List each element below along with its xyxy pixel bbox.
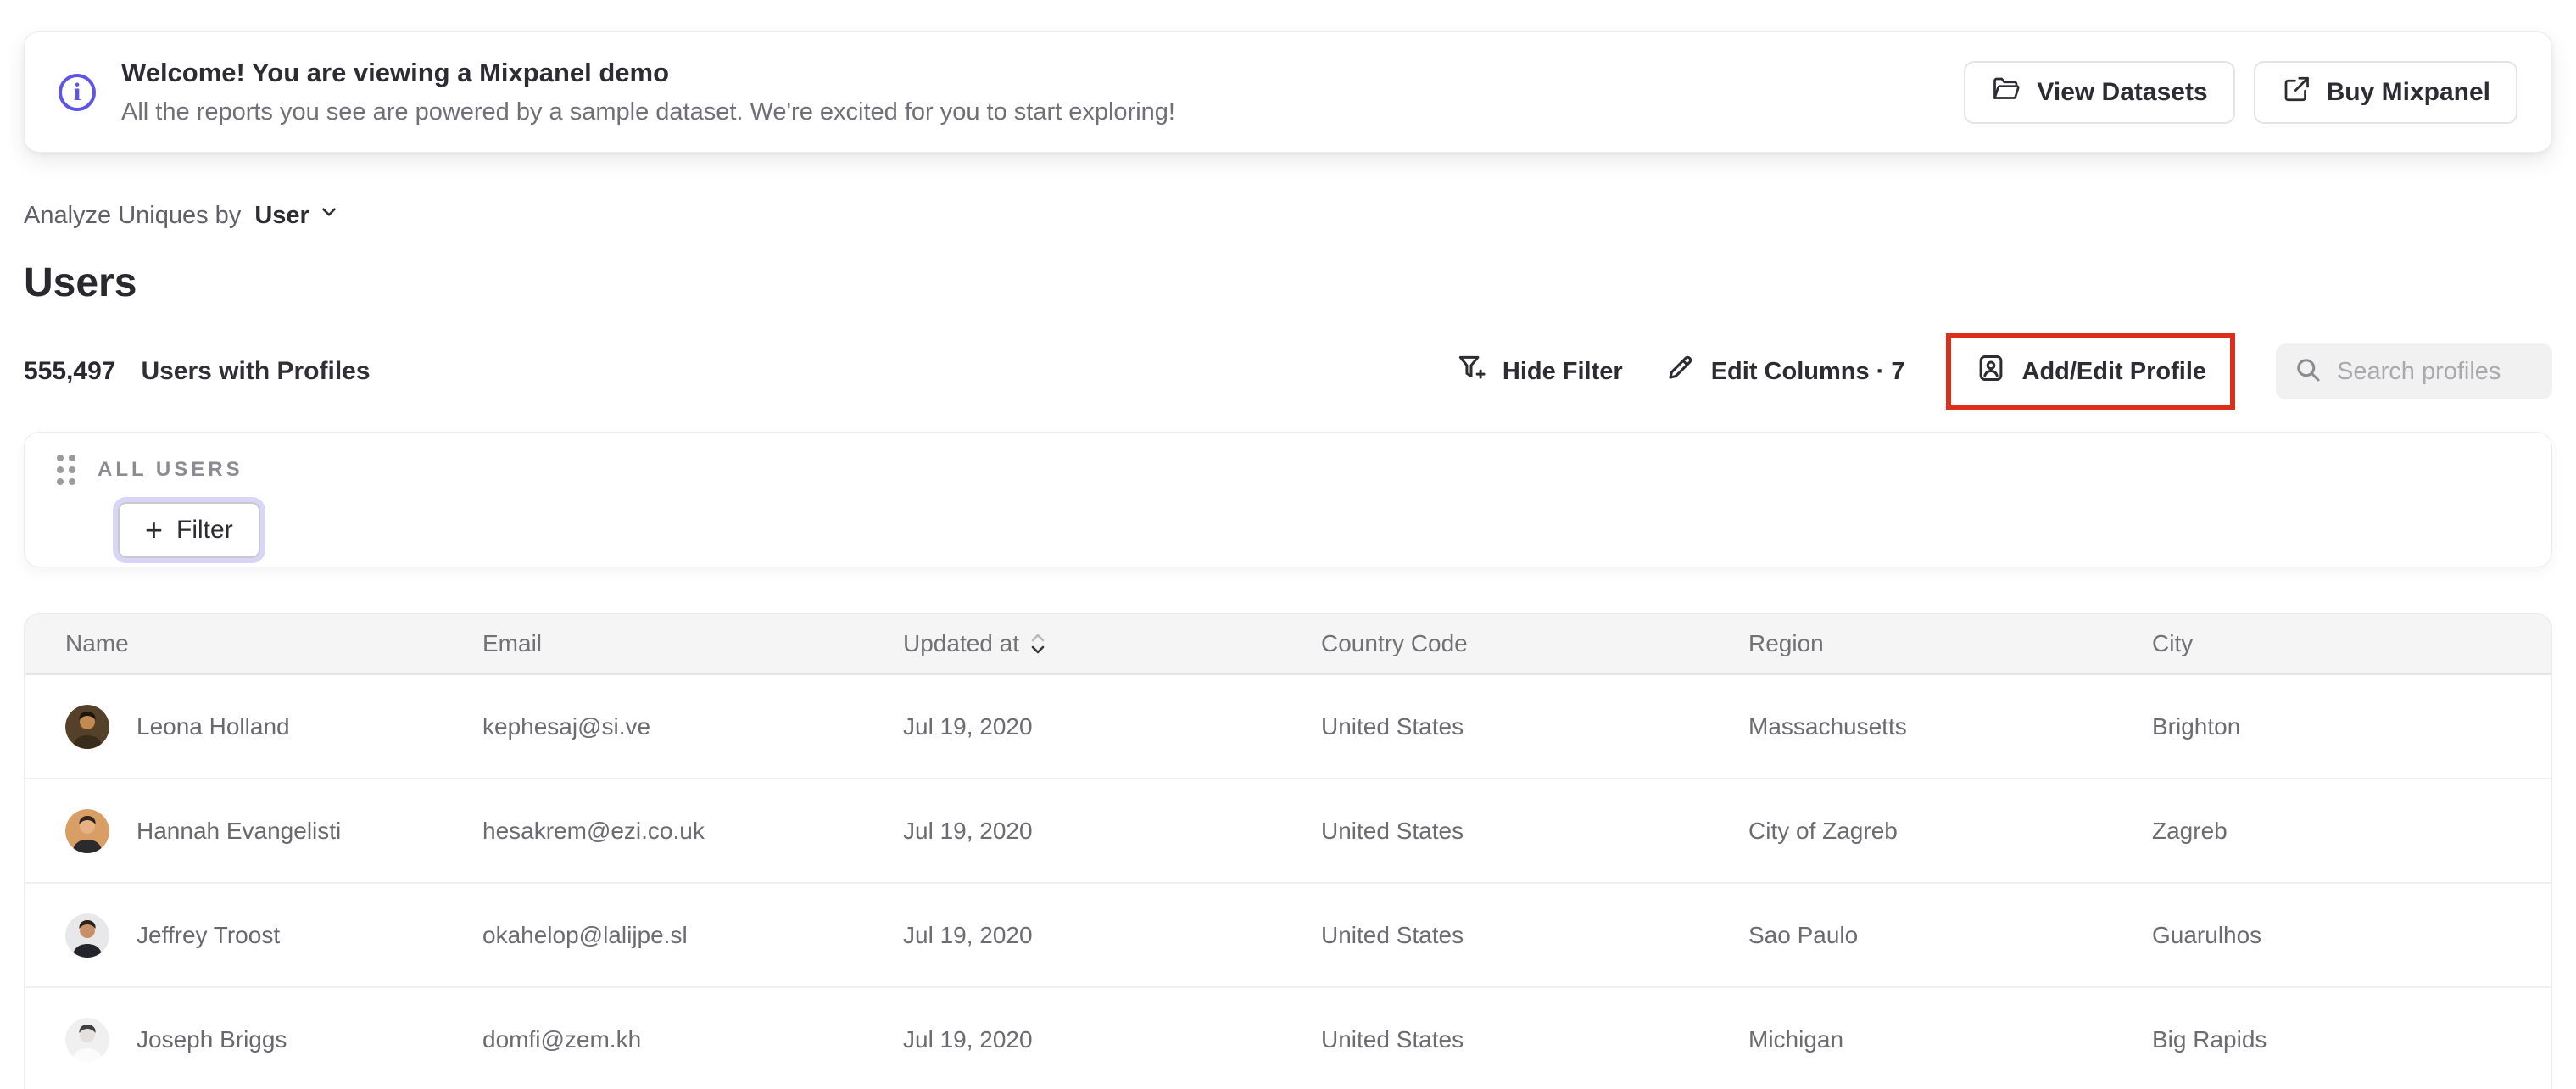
user-name: Leona Holland [137,712,290,740]
welcome-banner: i Welcome! You are viewing a Mixpanel de… [24,31,2552,153]
user-city: Guarulhos [2152,921,2262,948]
external-link-icon [2281,74,2311,111]
table-row[interactable]: Leona Holland kephesaj@si.ve Jul 19, 202… [25,675,2551,779]
avatar [65,808,109,853]
user-region: City of Zagreb [1748,817,1898,844]
profiles-count: 555,497 [24,357,116,385]
folder-icon [1991,74,2021,111]
users-table: Name Email Updated at Country Code Regio… [24,613,2552,1089]
buy-mixpanel-label: Buy Mixpanel [2326,77,2490,106]
analyze-uniques-value: User [254,201,309,229]
user-region: Massachusetts [1748,712,1907,740]
column-header-email[interactable]: Email [443,614,863,673]
user-country: United States [1321,921,1464,948]
table-row[interactable]: Jeffrey Troost okahelop@lalijpe.sl Jul 1… [25,884,2551,988]
edit-columns-label: Edit Columns · 7 [1710,357,1905,385]
profile-card-icon [1975,352,2007,391]
hide-filter-button[interactable]: Hide Filter [1455,352,1623,391]
banner-subtitle: All the reports you see are powered by a… [121,98,1175,126]
table-header-row: Name Email Updated at Country Code Regio… [25,614,2551,675]
user-city: Big Rapids [2152,1025,2267,1053]
page-title: Users [24,260,137,305]
user-updated-at: Jul 19, 2020 [903,1025,1033,1053]
avatar [65,704,109,749]
user-updated-at: Jul 19, 2020 [903,712,1033,740]
profiles-summary: 555,497 Users with Profiles [24,357,371,386]
column-header-name[interactable]: Name [25,614,443,673]
search-icon [2293,355,2323,389]
table-row[interactable]: Hannah Evangelisti hesakrem@ezi.co.uk Ju… [25,779,2551,884]
pencil-icon [1664,352,1696,391]
funnel-plus-icon [1455,352,1487,391]
user-email: hesakrem@ezi.co.uk [482,817,705,844]
user-updated-at: Jul 19, 2020 [903,817,1033,844]
add-edit-profile-label: Add/Edit Profile [2021,357,2207,385]
analyze-uniques-dropdown[interactable]: User [254,201,340,230]
user-city: Brighton [2152,712,2241,740]
profiles-count-label: Users with Profiles [141,357,371,385]
filter-button-focus-ring: + Filter [113,497,265,563]
search-profiles-input[interactable] [2337,357,2535,386]
user-region: Sao Paulo [1748,921,1859,948]
buy-mixpanel-button[interactable]: Buy Mixpanel [2253,60,2517,124]
user-country: United States [1321,712,1464,740]
column-header-city[interactable]: City [2112,614,2551,673]
all-users-group-label: ALL USERS [98,458,243,481]
banner-title: Welcome! You are viewing a Mixpanel demo [121,58,670,87]
user-region: Michigan [1748,1025,1844,1053]
chevron-down-icon [318,201,340,230]
info-icon: i [59,73,96,111]
annotation-highlight-box: Add/Edit Profile [1945,333,2235,410]
plus-icon: + [145,512,164,547]
user-country: United States [1321,817,1464,844]
avatar [65,1017,109,1062]
analyze-uniques-label: Analyze Uniques by [24,201,242,229]
column-header-updated-at[interactable]: Updated at [863,614,1281,673]
edit-columns-button[interactable]: Edit Columns · 7 [1664,352,1905,391]
add-edit-profile-button[interactable]: Add/Edit Profile [1975,352,2207,391]
user-updated-at: Jul 19, 2020 [903,921,1033,948]
user-name: Hannah Evangelisti [137,817,342,844]
user-country: United States [1321,1025,1464,1053]
user-email: kephesaj@si.ve [482,712,651,740]
view-datasets-label: View Datasets [2037,77,2208,106]
drag-handle-icon[interactable] [57,455,75,485]
column-header-region[interactable]: Region [1709,614,2112,673]
table-row[interactable]: Joseph Briggs domfi@zem.kh Jul 19, 2020 … [25,988,2551,1089]
user-city: Zagreb [2152,817,2228,844]
hide-filter-label: Hide Filter [1502,357,1623,385]
column-header-country-code[interactable]: Country Code [1281,614,1709,673]
user-email: domfi@zem.kh [482,1025,642,1053]
sort-icon[interactable] [1029,633,1046,655]
add-filter-label: Filter [176,516,233,544]
analyze-uniques-row: Analyze Uniques by User [24,197,2552,234]
user-name: Jeffrey Troost [137,921,281,948]
user-email: okahelop@lalijpe.sl [482,921,688,948]
user-name: Joseph Briggs [137,1025,287,1053]
search-profiles-box[interactable] [2276,343,2552,399]
view-datasets-button[interactable]: View Datasets [1964,60,2235,124]
add-filter-button[interactable]: + Filter [118,502,260,558]
filter-panel: ALL USERS + Filter [24,432,2552,567]
avatar [65,913,109,958]
